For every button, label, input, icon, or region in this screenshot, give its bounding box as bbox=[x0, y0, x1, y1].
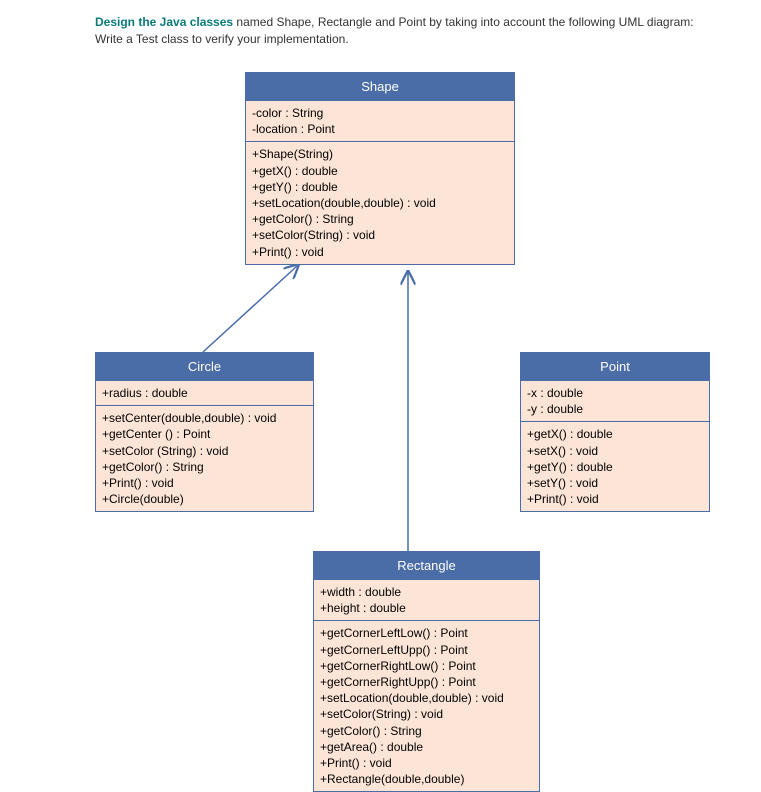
uml-fields-rectangle: +width : double+height : double bbox=[314, 579, 539, 620]
uml-class-rectangle: Rectangle +width : double+height : doubl… bbox=[313, 551, 540, 792]
uml-methods-circle: +setCenter(double,double) : void+getCent… bbox=[96, 405, 313, 511]
uml-fields-shape: -color : String-location : Point bbox=[246, 100, 514, 141]
prompt-bold: Design the Java classes bbox=[95, 15, 233, 29]
uml-class-point: Point -x : double-y : double +getX() : d… bbox=[520, 352, 710, 512]
uml-header-point: Point bbox=[521, 353, 709, 380]
uml-header-rectangle: Rectangle bbox=[314, 552, 539, 579]
uml-class-shape: Shape -color : String-location : Point +… bbox=[245, 72, 515, 265]
uml-fields-circle: +radius : double bbox=[96, 380, 313, 405]
uml-fields-point: -x : double-y : double bbox=[521, 380, 709, 421]
uml-methods-rectangle: +getCornerLeftLow() : Point+getCornerLef… bbox=[314, 620, 539, 791]
uml-class-circle: Circle +radius : double +setCenter(doubl… bbox=[95, 352, 314, 512]
uml-header-circle: Circle bbox=[96, 353, 313, 380]
uml-methods-point: +getX() : double+setX() : void+getY() : … bbox=[521, 421, 709, 511]
uml-header-shape: Shape bbox=[246, 73, 514, 100]
question-prompt: Design the Java classes named Shape, Rec… bbox=[0, 10, 761, 68]
uml-methods-shape: +Shape(String)+getX() : double+getY() : … bbox=[246, 141, 514, 263]
